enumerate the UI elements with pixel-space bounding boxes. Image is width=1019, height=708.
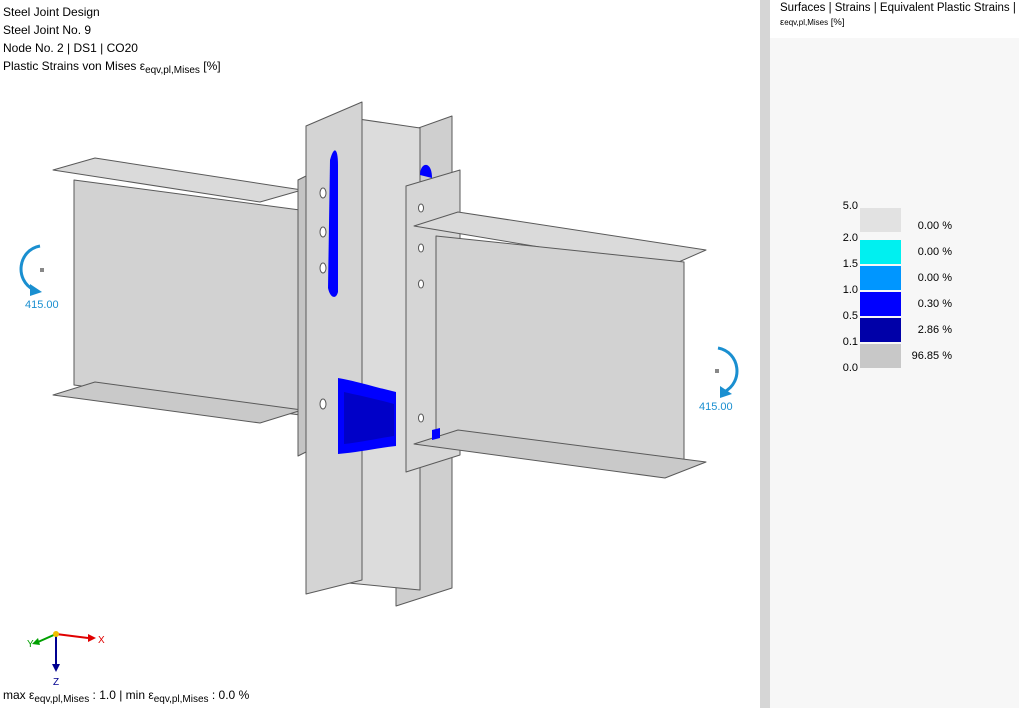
legend-swatch <box>860 240 901 264</box>
moment-value-left: 415.00 <box>25 299 59 311</box>
z-axis-arrow-icon <box>52 664 60 672</box>
legend-percent: 96.85 % <box>911 350 952 362</box>
bolt-hole <box>418 203 424 213</box>
bolt-hole <box>418 413 424 423</box>
panel-splitter[interactable] <box>760 0 770 708</box>
moment-arrow-left <box>19 244 41 292</box>
legend-percent: 0.00 % <box>917 246 952 258</box>
min-max-summary: max εeqv,pl,Mises : 1.0 | min εeqv,pl,Mi… <box>3 688 250 705</box>
legend-percent: 0.30 % <box>917 298 952 310</box>
strain-zone-small <box>432 428 440 440</box>
x-axis-label: X <box>98 635 105 646</box>
left-end-plate <box>297 175 307 457</box>
color-legend: 5.0 2.0 1.5 1.0 0.5 0.1 0.0 0.00 % 0.00 … <box>830 200 1019 380</box>
bolt-hole <box>319 262 327 274</box>
axis-triad: X Y Z <box>18 622 118 694</box>
legend-value: 1.0 <box>842 284 858 296</box>
legend-percent: 0.00 % <box>917 220 952 232</box>
z-axis-label: Z <box>53 677 59 688</box>
axis-triad-graphic: X Y Z <box>27 631 105 688</box>
moment-arrowhead-left <box>30 284 42 296</box>
legend-value: 0.0 <box>842 362 858 374</box>
legend-swatch <box>860 208 901 232</box>
bolt-hole <box>418 243 424 253</box>
left-beam-web <box>73 179 301 416</box>
legend-percent: 0.00 % <box>917 272 952 284</box>
legend-panel-title: Surfaces | Strains | Equivalent Plastic … <box>780 2 1016 14</box>
legend-swatch <box>860 318 901 342</box>
legend-value: 2.0 <box>842 232 858 244</box>
3d-viewport[interactable]: Steel Joint Design Steel Joint No. 9 Nod… <box>0 0 760 708</box>
legend-value: 0.1 <box>842 336 858 348</box>
legend-panel-header: Surfaces | Strains | Equivalent Plastic … <box>770 0 1019 38</box>
moment-arrow-right <box>717 346 739 394</box>
bolt-hole <box>319 226 327 238</box>
x-axis-arrow-icon <box>88 634 96 642</box>
legend-panel: Surfaces | Strains | Equivalent Plastic … <box>770 0 1019 708</box>
bolt-hole <box>319 398 327 410</box>
legend-value: 0.5 <box>842 310 858 322</box>
legend-percent: 2.86 % <box>917 324 952 336</box>
bolt-hole <box>418 279 424 289</box>
legend-value: 1.5 <box>842 258 858 270</box>
legend-swatch <box>860 266 901 290</box>
legend-swatch <box>860 292 901 316</box>
joint-model <box>19 101 739 607</box>
moment-value-right: 415.00 <box>699 401 733 413</box>
load-point-left <box>40 268 44 272</box>
legend-swatch <box>860 344 901 368</box>
y-axis-label: Y <box>27 639 34 650</box>
load-point-right <box>715 369 719 373</box>
right-beam-web <box>435 235 685 465</box>
bolt-hole <box>319 187 327 199</box>
legend-panel-subtitle: εeqv,pl,Mises [%] <box>780 17 845 28</box>
legend-value: 5.0 <box>842 200 858 212</box>
